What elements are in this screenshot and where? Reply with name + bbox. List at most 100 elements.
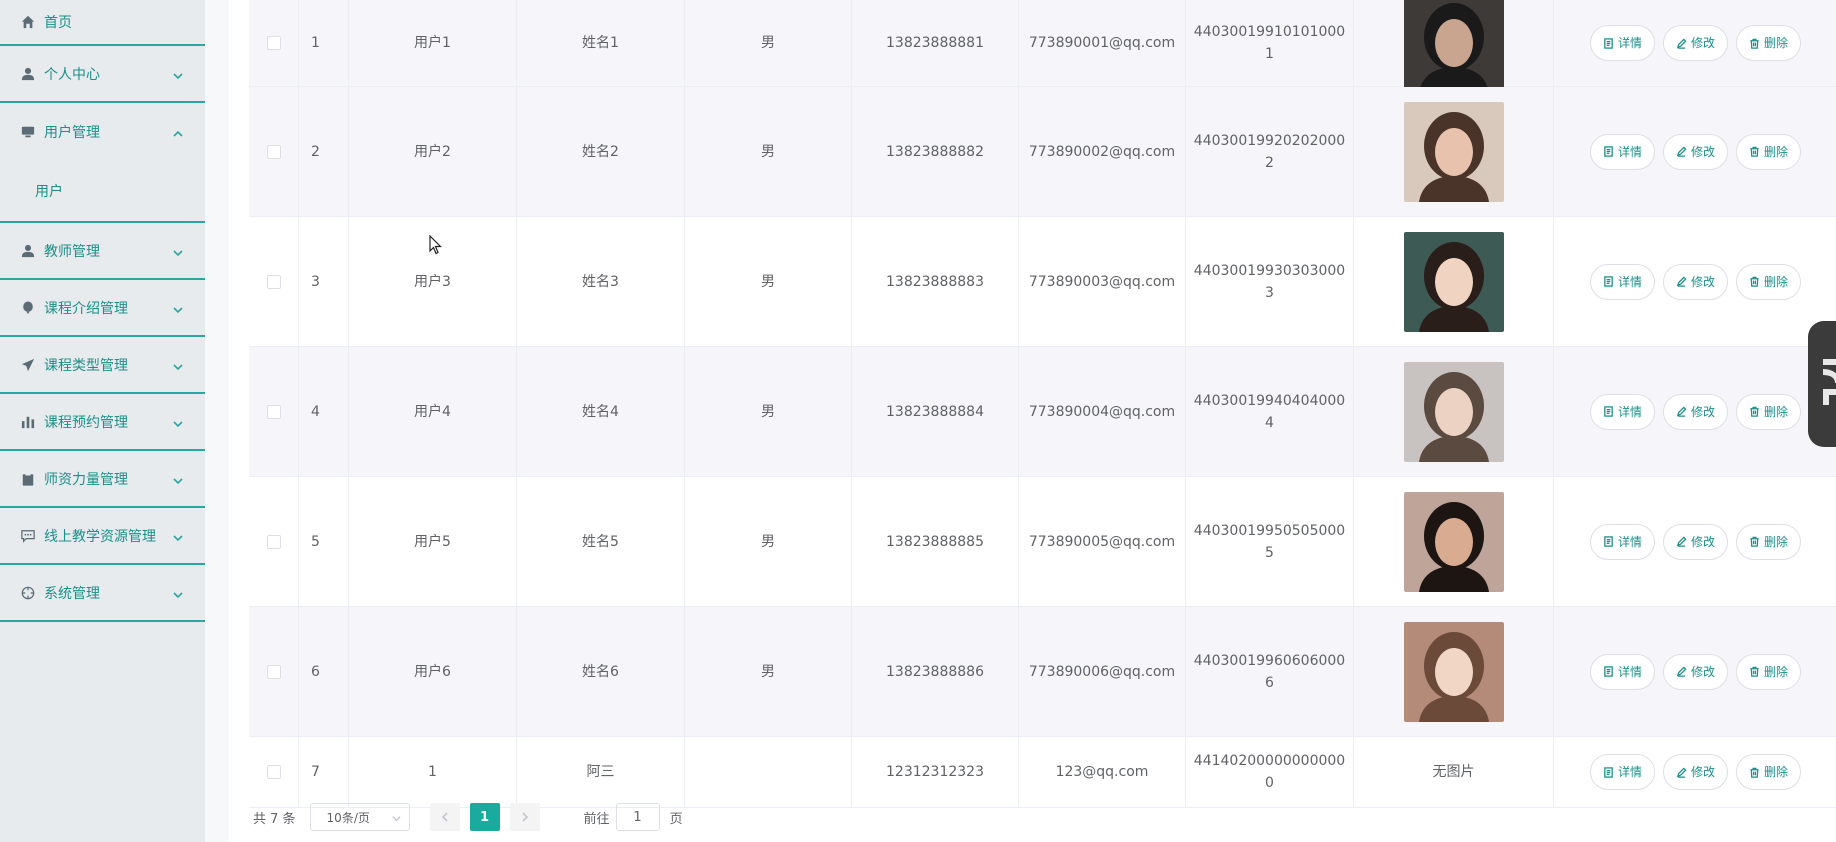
detail-button[interactable]: 详情 — [1590, 133, 1656, 170]
detail-button[interactable]: 详情 — [1590, 263, 1656, 300]
row-checkbox[interactable] — [266, 664, 281, 679]
cell-actions: 详情 修改 删除 — [1554, 0, 1836, 86]
sidebar-item-course-type[interactable]: 课程类型管理 — [0, 337, 205, 394]
cell-name: 姓名5 — [517, 477, 685, 606]
home-icon — [20, 14, 36, 30]
row-select-cell — [249, 347, 299, 476]
row-checkbox[interactable] — [266, 404, 281, 419]
detail-button[interactable]: 详情 — [1590, 393, 1656, 430]
edit-button[interactable]: 修改 — [1663, 133, 1729, 170]
table-row: 5 用户5 姓名5 男 13823888885 773890005@qq.com… — [249, 477, 1836, 607]
sidebar-item-label: 课程介绍管理 — [44, 300, 128, 317]
cell-email: 773890004@qq.com — [1019, 347, 1186, 476]
sidebar-item-home[interactable]: 首页 — [0, 0, 205, 46]
sidebar-item-label: 课程类型管理 — [44, 357, 128, 374]
next-page-button[interactable] — [509, 803, 540, 831]
sidebar-item-label: 教师管理 — [44, 243, 100, 260]
sidebar-subitem-user[interactable]: 用户 — [0, 160, 205, 223]
row-select-cell — [249, 477, 299, 606]
page-suffix: 页 — [669, 811, 683, 827]
pencil-icon — [1676, 766, 1687, 778]
prev-page-button[interactable] — [429, 803, 460, 831]
cell-name: 姓名2 — [517, 87, 685, 216]
row-index: 1 — [299, 0, 349, 86]
edit-button-label: 修改 — [1691, 664, 1716, 679]
sidebar-item-course-booking[interactable]: 课程预约管理 — [0, 394, 205, 451]
cell-username: 用户6 — [349, 607, 517, 736]
edit-button[interactable]: 修改 — [1663, 393, 1729, 430]
cell-photo — [1354, 87, 1554, 216]
sidebar-item-system[interactable]: 系统管理 — [0, 565, 205, 622]
sidebar-item-course-intro[interactable]: 课程介绍管理 — [0, 280, 205, 337]
balloon-icon — [20, 300, 36, 316]
cell-email: 773890001@qq.com — [1019, 0, 1186, 86]
row-checkbox[interactable] — [266, 36, 281, 50]
delete-button-label: 删除 — [1764, 36, 1789, 50]
page-size-select[interactable]: 10条/页 — [309, 803, 410, 831]
sidebar-item-online-resources[interactable]: 线上教学资源管理 — [0, 508, 205, 565]
chevron-up-icon — [173, 127, 183, 137]
cell-photo — [1354, 477, 1554, 606]
detail-button[interactable]: 详情 — [1590, 25, 1656, 61]
edit-button[interactable]: 修改 — [1663, 523, 1729, 560]
document-icon — [1604, 146, 1613, 157]
edit-button[interactable]: 修改 — [1663, 25, 1729, 61]
trash-icon — [1750, 406, 1759, 417]
mouse-cursor — [429, 235, 442, 255]
cell-idcard: 440300199202020002 — [1186, 87, 1354, 216]
row-index: 3 — [299, 217, 349, 346]
cell-photo — [1354, 217, 1554, 346]
cell-email: 773890006@qq.com — [1019, 607, 1186, 736]
edit-button[interactable]: 修改 — [1663, 653, 1729, 690]
sidebar-item-faculty[interactable]: 师资力量管理 — [0, 451, 205, 508]
cell-idcard: 440300199404040004 — [1186, 347, 1354, 476]
delete-button[interactable]: 删除 — [1736, 653, 1802, 690]
document-icon — [1604, 666, 1613, 677]
sidebar-item-personal-center[interactable]: 个人中心 — [0, 46, 205, 103]
cell-username: 用户5 — [349, 477, 517, 606]
cell-actions: 详情 修改 删除 — [1554, 347, 1836, 476]
goto-page-input[interactable]: 1 — [615, 803, 660, 831]
edit-button[interactable]: 修改 — [1663, 754, 1729, 790]
delete-button[interactable]: 删除 — [1736, 133, 1802, 170]
delete-button[interactable]: 删除 — [1736, 754, 1802, 790]
edit-button[interactable]: 修改 — [1663, 263, 1729, 300]
delete-button[interactable]: 删除 — [1736, 263, 1802, 300]
pencil-icon — [1676, 146, 1687, 157]
sidebar-item-label: 课程预约管理 — [44, 414, 128, 431]
chevron-down-icon — [173, 531, 183, 541]
user-avatar-photo — [1403, 231, 1504, 332]
trash-icon — [1750, 536, 1759, 547]
delete-button[interactable]: 删除 — [1736, 25, 1802, 61]
cell-phone: 13823888881 — [852, 0, 1019, 86]
row-select-cell — [249, 737, 299, 807]
cell-idcard: 440300199303030003 — [1186, 217, 1354, 346]
delete-button[interactable]: 删除 — [1736, 523, 1802, 560]
sidebar-item-teacher-management[interactable]: 教师管理 — [0, 223, 205, 280]
edit-button-label: 修改 — [1691, 765, 1716, 779]
compass-icon — [20, 585, 36, 601]
row-select-cell — [249, 607, 299, 736]
row-checkbox[interactable] — [266, 274, 281, 289]
cell-phone: 13823888885 — [852, 477, 1019, 606]
table-row: 2 用户2 姓名2 男 13823888882 773890002@qq.com… — [249, 87, 1836, 217]
page-number-1[interactable]: 1 — [469, 803, 500, 831]
cell-sex: 男 — [685, 347, 852, 476]
row-checkbox[interactable] — [266, 765, 281, 779]
delete-button[interactable]: 删除 — [1736, 393, 1802, 430]
detail-button[interactable]: 详情 — [1590, 754, 1656, 790]
detail-button-label: 详情 — [1618, 274, 1643, 289]
sidebar-item-user-management[interactable]: 用户管理 — [0, 103, 205, 160]
cell-phone: 13823888884 — [852, 347, 1019, 476]
detail-button[interactable]: 详情 — [1590, 653, 1656, 690]
detail-button-label: 详情 — [1618, 36, 1643, 50]
delete-button-label: 删除 — [1764, 404, 1789, 419]
no-photo-text: 无图片 — [1432, 764, 1475, 780]
document-icon — [1604, 37, 1613, 49]
floating-tool-widget[interactable] — [1808, 321, 1836, 447]
row-checkbox[interactable] — [266, 534, 281, 549]
row-checkbox[interactable] — [266, 144, 281, 159]
chevron-down-icon — [173, 360, 183, 370]
detail-button[interactable]: 详情 — [1590, 523, 1656, 560]
edit-button-label: 修改 — [1691, 274, 1716, 289]
